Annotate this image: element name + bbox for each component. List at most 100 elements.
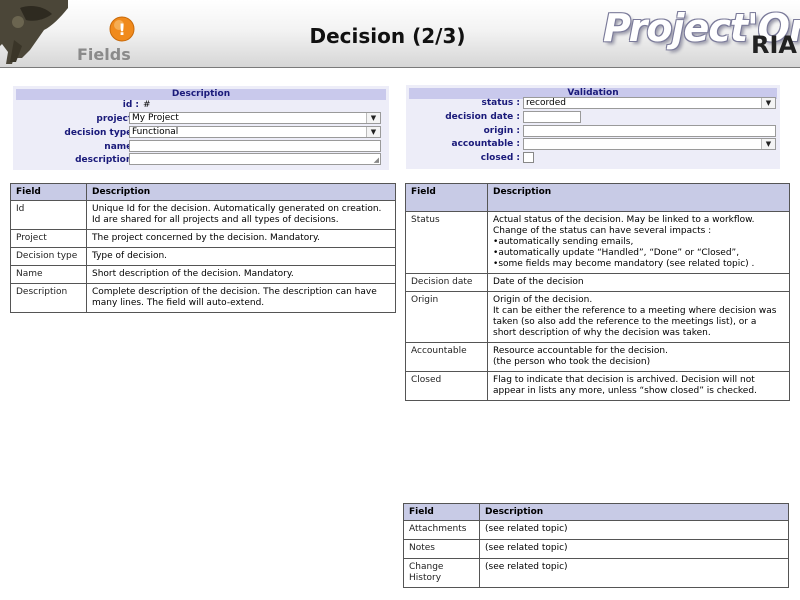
description-line: Complete description of the decision. Th… xyxy=(92,287,377,297)
description-line: Date of the decision xyxy=(493,277,584,287)
description-cell: The project concerned by the decision. M… xyxy=(86,229,396,248)
accountable-dropdown-icon[interactable]: ▼ xyxy=(761,139,775,149)
field-cell: Closed xyxy=(405,371,488,401)
description-line: appear in lists any more, unless “show c… xyxy=(493,386,757,396)
table-row: Closed Flag to indicate that decision is… xyxy=(405,371,790,401)
page-header: ! Fields Decision (2/3) Project'Or RIA xyxy=(0,0,800,68)
decision-date-input[interactable] xyxy=(523,111,581,123)
validation-fields-table: Field Description Status Actual status o… xyxy=(405,183,790,401)
table-row: Accountable Resource accountable for the… xyxy=(405,342,790,372)
description-line: (the person who took the decision) xyxy=(493,357,651,367)
list-item: automatically update “Handled”, “Done” o… xyxy=(493,248,784,259)
description-line: The project concerned by the decision. M… xyxy=(92,233,320,243)
status-label: status : xyxy=(481,98,520,108)
description-cell: (see related topic) xyxy=(479,539,789,559)
status-select[interactable]: recorded ▼ xyxy=(523,97,776,109)
table-row: Description Complete description of the … xyxy=(10,283,396,313)
table-header-row: Field Description xyxy=(405,183,790,212)
status-value: recorded xyxy=(526,98,566,108)
description-cell: Short description of the decision. Manda… xyxy=(86,265,396,284)
description-cell: Date of the decision xyxy=(487,273,790,292)
field-cell: Project xyxy=(10,229,87,248)
header-field: Field xyxy=(403,503,480,521)
description-cell: Complete description of the decision. Th… xyxy=(86,283,396,313)
description-cell: Resource accountable for the decision. (… xyxy=(487,342,790,372)
brand-suffix: RIA xyxy=(751,31,797,59)
origin-label: origin : xyxy=(483,126,520,136)
table-row: Name Short description of the decision. … xyxy=(10,265,396,284)
table-header-row: Field Description xyxy=(10,183,396,201)
description-line: Origin of the decision. xyxy=(493,295,593,305)
header-field: Field xyxy=(405,183,488,212)
decision-type-select[interactable]: Functional ▼ xyxy=(129,126,381,138)
list-item: automatically sending emails, xyxy=(493,237,784,248)
closed-label: closed : xyxy=(480,153,520,163)
list-item: some fields may become mandatory (see re… xyxy=(493,259,784,270)
table-row: Change History (see related topic) xyxy=(403,558,789,588)
accountable-select[interactable]: ▼ xyxy=(523,138,776,150)
header-field: Field xyxy=(10,183,87,201)
validation-form: Validation status : recorded ▼ decision … xyxy=(406,85,780,169)
description-line: Type of decision. xyxy=(92,251,168,261)
description-line: Flag to indicate that decision is archiv… xyxy=(493,375,755,385)
description-line: Actual status of the decision. May be li… xyxy=(493,215,755,225)
field-cell: Change History xyxy=(403,558,480,588)
table-row: Attachments (see related topic) xyxy=(403,520,789,540)
resize-grip-icon[interactable]: ◢ xyxy=(374,157,379,164)
decision-type-value: Functional xyxy=(132,127,179,137)
field-cell: Notes xyxy=(403,539,480,559)
description-cell: (see related topic) xyxy=(479,520,789,540)
table-row: Project The project concerned by the dec… xyxy=(10,229,396,248)
name-input[interactable] xyxy=(129,140,381,152)
description-line: many lines. The field will auto-extend. xyxy=(92,298,265,308)
header-description: Description xyxy=(479,503,789,521)
description-cell: Flag to indicate that decision is archiv… xyxy=(487,371,790,401)
description-line: Unique Id for the decision. Automaticall… xyxy=(92,204,382,214)
id-label: id : xyxy=(122,100,139,110)
field-cell: Id xyxy=(10,200,87,230)
description-line: Change of the status can have several im… xyxy=(493,226,712,236)
description-cell: Type of decision. xyxy=(86,247,396,266)
description-line: Short description of the decision. Manda… xyxy=(92,269,294,279)
closed-checkbox[interactable] xyxy=(523,152,534,163)
field-cell: Description xyxy=(10,283,87,313)
description-line: It can be either the reference to a meet… xyxy=(493,306,777,316)
field-cell: Attachments xyxy=(403,520,480,540)
impact-list: automatically sending emails, automatica… xyxy=(493,237,784,270)
description-cell: Actual status of the decision. May be li… xyxy=(487,211,790,274)
description-line: taken (so also add the reference to the … xyxy=(493,317,757,327)
status-dropdown-icon[interactable]: ▼ xyxy=(761,98,775,108)
project-value: My Project xyxy=(132,113,179,123)
description-line: Id are shared for all projects and all t… xyxy=(92,215,339,225)
decision-type-dropdown-icon[interactable]: ▼ xyxy=(366,127,380,137)
description-cell: Origin of the decision. It can be either… xyxy=(487,291,790,343)
origin-input[interactable] xyxy=(523,125,776,137)
description-line: short description of why the decision wa… xyxy=(493,328,711,338)
id-value: # xyxy=(143,100,151,110)
table-row: Origin Origin of the decision. It can be… xyxy=(405,291,790,343)
header-description: Description xyxy=(487,183,790,212)
field-cell: Decision type xyxy=(10,247,87,266)
decision-date-label: decision date : xyxy=(445,112,520,122)
project-select[interactable]: My Project ▼ xyxy=(129,112,381,124)
field-cell: Name xyxy=(10,265,87,284)
field-cell: Decision date xyxy=(405,273,488,292)
table-row: Status Actual status of the decision. Ma… xyxy=(405,211,790,274)
project-dropdown-icon[interactable]: ▼ xyxy=(366,113,380,123)
decision-type-label: decision type : xyxy=(64,128,139,138)
accountable-label: accountable : xyxy=(451,139,520,149)
other-fields-table: Field Description Attachments (see relat… xyxy=(403,503,789,588)
field-line: Change xyxy=(409,562,444,572)
table-row: Notes (see related topic) xyxy=(403,539,789,559)
header-description: Description xyxy=(86,183,396,201)
description-form: Description id : # project : My Project … xyxy=(13,86,389,170)
table-header-row: Field Description xyxy=(403,503,789,521)
description-cell: Unique Id for the decision. Automaticall… xyxy=(86,200,396,230)
table-row: Id Unique Id for the decision. Automatic… xyxy=(10,200,396,230)
description-textarea[interactable]: ◢ xyxy=(129,153,381,165)
field-cell: Status xyxy=(405,211,488,274)
brand-logo: Project'Or RIA xyxy=(603,4,800,62)
field-line: History xyxy=(409,573,442,583)
description-cell: (see related topic) xyxy=(479,558,789,588)
description-line: Resource accountable for the decision. xyxy=(493,346,668,356)
